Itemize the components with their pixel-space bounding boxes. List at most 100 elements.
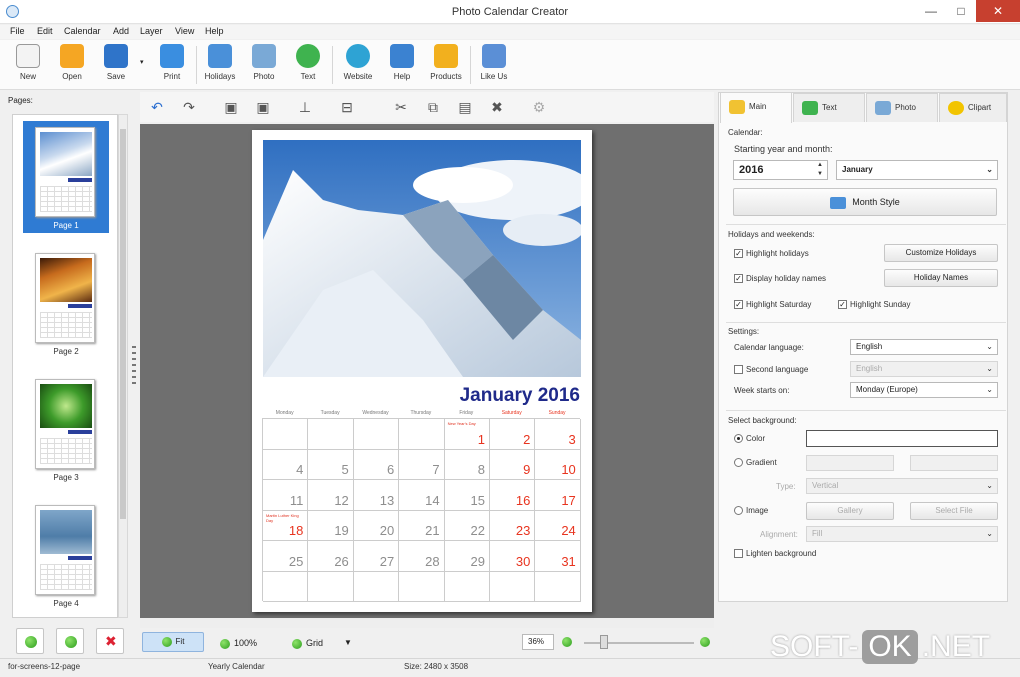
- calendar-day-cell[interactable]: 6: [353, 449, 400, 480]
- calendar-day-cell[interactable]: 29: [444, 541, 490, 572]
- cut-icon[interactable]: ✂: [390, 96, 412, 118]
- calendar-day-cell[interactable]: 17: [535, 480, 581, 511]
- calendar-day-cell[interactable]: 20: [353, 510, 400, 541]
- year-spinner[interactable]: 2016 ▲ ▼: [733, 160, 828, 180]
- calendar-day-cell[interactable]: 10: [535, 449, 581, 480]
- calendar-day-cell[interactable]: 3: [535, 419, 581, 450]
- grid-button[interactable]: Grid: [292, 638, 323, 649]
- calendar-day-cell[interactable]: 24: [535, 510, 581, 541]
- calendar-day-cell[interactable]: 18 Martin Luther King Day: [263, 510, 309, 541]
- gradient-type-select[interactable]: Vertical ⌄: [806, 478, 998, 494]
- delete-icon[interactable]: ✖: [486, 96, 508, 118]
- alignment-select[interactable]: Fill ⌄: [806, 526, 998, 542]
- tab-text[interactable]: Text: [793, 93, 865, 122]
- menu-view[interactable]: View: [175, 26, 194, 36]
- align-icon[interactable]: ⊥: [294, 96, 316, 118]
- calendar-day-cell[interactable]: [353, 419, 400, 450]
- zoom-slider-handle[interactable]: [600, 635, 608, 649]
- lighten-background-checkbox[interactable]: [734, 549, 743, 558]
- copy-icon[interactable]: ⧉: [422, 96, 444, 118]
- canvas-hscrollbar[interactable]: [140, 618, 714, 628]
- spinner-arrows-icon[interactable]: ▲ ▼: [817, 161, 823, 179]
- customize-holidays-button[interactable]: Customize Holidays: [884, 244, 998, 262]
- calendar-day-cell[interactable]: [263, 419, 309, 450]
- calendar-day-cell[interactable]: [308, 571, 354, 602]
- gradient-color-1[interactable]: [806, 455, 894, 471]
- calendar-day-cell[interactable]: [444, 571, 490, 602]
- page-thumb-1[interactable]: Page 1: [23, 121, 109, 233]
- print-button[interactable]: Print: [152, 44, 192, 88]
- redo-icon[interactable]: ↷: [178, 96, 200, 118]
- calendar-day-cell[interactable]: [263, 571, 309, 602]
- calendar-day-cell[interactable]: 8: [444, 449, 490, 480]
- calendar-day-cell[interactable]: [535, 571, 581, 602]
- gradient-radio[interactable]: [734, 458, 743, 467]
- calendar-day-cell[interactable]: 9: [490, 449, 536, 480]
- text-button[interactable]: Text: [288, 44, 328, 88]
- holidays-button[interactable]: Holidays: [200, 44, 240, 88]
- calendar-day-cell[interactable]: 7: [399, 449, 445, 480]
- zoom-100-button[interactable]: 100%: [220, 638, 257, 649]
- distribute-icon[interactable]: ⊟: [336, 96, 358, 118]
- menu-layer[interactable]: Layer: [140, 26, 163, 36]
- menu-edit[interactable]: Edit: [37, 26, 53, 36]
- zoom-out-icon[interactable]: [562, 637, 572, 647]
- calendar-day-cell[interactable]: 22: [444, 510, 490, 541]
- scrollbar-thumb[interactable]: [120, 129, 126, 519]
- minimize-button[interactable]: —: [916, 0, 946, 22]
- fit-button[interactable]: Fit: [142, 632, 204, 652]
- calendar-day-cell[interactable]: 15: [444, 480, 490, 511]
- month-style-button[interactable]: Month Style: [733, 188, 997, 216]
- highlight-saturday-checkbox[interactable]: ✓: [734, 300, 743, 309]
- zoom-in-icon[interactable]: [700, 637, 710, 647]
- open-button[interactable]: Open: [52, 44, 92, 88]
- mountain-photo[interactable]: [263, 140, 581, 377]
- calendar-day-cell[interactable]: 11: [263, 480, 309, 511]
- calendar-day-cell[interactable]: [490, 571, 536, 602]
- calendar-day-cell[interactable]: 25: [263, 541, 309, 572]
- calendar-day-cell[interactable]: 4: [263, 449, 309, 480]
- calendar-day-cell[interactable]: 28: [399, 541, 445, 572]
- pages-scrollbar[interactable]: [118, 114, 128, 618]
- add-page-button[interactable]: [16, 628, 44, 654]
- calendar-day-cell[interactable]: [399, 419, 445, 450]
- calendar-day-cell[interactable]: 5: [308, 449, 354, 480]
- duplicate-page-button[interactable]: [56, 628, 84, 654]
- menu-file[interactable]: File: [10, 26, 25, 36]
- calendar-day-cell[interactable]: 16: [490, 480, 536, 511]
- menu-help[interactable]: Help: [205, 26, 224, 36]
- image-radio[interactable]: [734, 506, 743, 515]
- highlight-sunday-checkbox[interactable]: ✓: [838, 300, 847, 309]
- month-title[interactable]: January 2016: [430, 385, 580, 407]
- close-button[interactable]: ✕: [976, 0, 1020, 22]
- week-starts-select[interactable]: Monday (Europe) ⌄: [850, 382, 998, 398]
- page-thumb-4[interactable]: Page 4: [23, 499, 105, 611]
- display-holiday-names-checkbox[interactable]: ✓: [734, 274, 743, 283]
- paste-icon[interactable]: ▤: [454, 96, 476, 118]
- calendar-day-cell[interactable]: 2: [490, 419, 536, 450]
- save-button[interactable]: Save: [96, 44, 136, 88]
- calendar-day-cell[interactable]: [353, 571, 400, 602]
- gallery-button[interactable]: Gallery: [806, 502, 894, 520]
- bring-front-icon[interactable]: ▣: [220, 96, 242, 118]
- menu-calendar[interactable]: Calendar: [64, 26, 101, 36]
- photo-button[interactable]: Photo: [244, 44, 284, 88]
- send-back-icon[interactable]: ▣: [252, 96, 274, 118]
- new-button[interactable]: New: [8, 44, 48, 88]
- second-language-checkbox[interactable]: [734, 365, 743, 374]
- calendar-day-cell[interactable]: 13: [353, 480, 400, 511]
- calendar-day-cell[interactable]: 26: [308, 541, 354, 572]
- grid-dropdown-icon[interactable]: ▼: [344, 638, 352, 647]
- tab-photo[interactable]: Photo: [866, 93, 938, 122]
- products-button[interactable]: Products: [426, 44, 466, 88]
- highlight-holidays-checkbox[interactable]: ✓: [734, 249, 743, 258]
- holiday-names-button[interactable]: Holiday Names: [884, 269, 998, 287]
- calendar-day-cell[interactable]: 27: [353, 541, 400, 572]
- calendar-day-cell[interactable]: 1 New Year's Day: [444, 419, 490, 450]
- calendar-day-cell[interactable]: [399, 571, 445, 602]
- zoom-value-field[interactable]: 36%: [522, 634, 554, 650]
- save-dropdown-icon[interactable]: ▾: [140, 58, 144, 66]
- help-button[interactable]: Help: [382, 44, 422, 88]
- calendar-day-cell[interactable]: 12: [308, 480, 354, 511]
- tab-clipart[interactable]: Clipart: [939, 93, 1007, 122]
